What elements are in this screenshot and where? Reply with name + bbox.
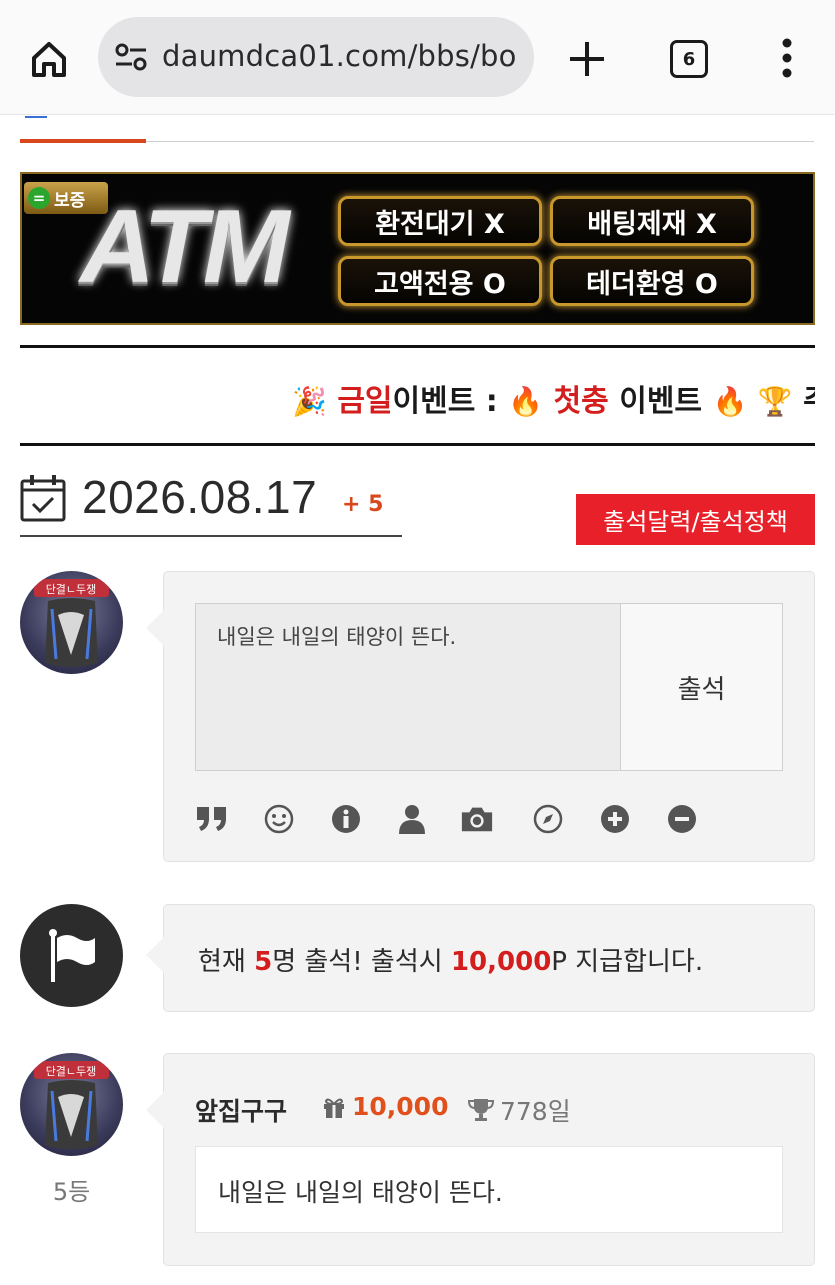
flag-icon — [48, 928, 95, 982]
atm-ad-banner[interactable]: = 보증 ATM 환전대기 X 배팅제재 X 고액전용 O 테더환영 O — [20, 172, 815, 325]
entry-days: 778일 — [468, 1092, 571, 1128]
attendance-date: 2026.08.17 — [82, 471, 318, 523]
address-bar[interactable]: daumdca01.com/bbs/bo — [98, 17, 534, 97]
status-count: 5 — [254, 947, 273, 977]
minus-circle-icon[interactable] — [665, 802, 699, 836]
svg-text:단결ㄴ두쟁: 단결ㄴ두쟁 — [46, 583, 97, 596]
entry-username[interactable]: 앞집구구 — [195, 1092, 287, 1128]
card-arrow — [146, 937, 164, 973]
banner-pill: 배팅제재 X — [550, 196, 754, 246]
marquee-text: 🎉 금일이벤트 : 🔥 첫충 이벤트 🔥 🏆 주 — [292, 376, 815, 420]
divider-bottom — [20, 443, 815, 446]
trophy-icon: 🏆 — [757, 385, 793, 418]
entry-points: 10,000 — [322, 1092, 448, 1121]
entry-message: 내일은 내일의 태양이 뜬다. — [195, 1146, 783, 1233]
entry-days-value: 778일 — [500, 1097, 571, 1126]
marquee-first-deposit: 첫충 — [553, 384, 609, 419]
tab-stub — [25, 116, 47, 118]
user-icon[interactable] — [395, 802, 429, 836]
card-arrow — [146, 1092, 164, 1128]
browser-toolbar: daumdca01.com/bbs/bo 6 — [0, 0, 835, 115]
fire-icon: 🔥 — [712, 385, 748, 418]
trophy-icon — [468, 1099, 494, 1121]
status-points: 10,000 — [450, 947, 552, 977]
status-middle: 명 출석! 출석시 — [272, 947, 451, 977]
banner-pill: 환전대기 X — [338, 196, 542, 246]
status-suffix: P 지급합니다. — [551, 947, 704, 977]
info-icon[interactable] — [329, 802, 363, 836]
entry-points-value: 10,000 — [352, 1092, 449, 1121]
rank-label: 5등 — [52, 1178, 91, 1206]
new-tab-icon[interactable] — [566, 38, 608, 80]
marquee-tail: 주 — [803, 384, 815, 419]
url-text[interactable]: daumdca01.com/bbs/bo — [162, 39, 517, 73]
avatar[interactable]: 단결ㄴ두쟁 — [20, 571, 123, 674]
attendance-form-card: 내일은 내일의 태양이 뜬다. 출석 — [146, 571, 815, 862]
attendance-status-card: 현재 5명 출석! 출석시 10,000P 지급합니다. — [146, 904, 815, 1012]
calendar-check-icon — [20, 474, 66, 522]
plus-circle-icon[interactable] — [598, 802, 632, 836]
attendance-policy-button[interactable]: 출석달력/출석정책 — [576, 494, 815, 545]
home-icon[interactable] — [26, 36, 72, 82]
badge-icon: = — [28, 187, 50, 209]
smile-icon[interactable] — [262, 802, 296, 836]
more-menu-icon[interactable] — [776, 38, 798, 78]
attendance-comment-input[interactable]: 내일은 내일의 태양이 뜬다. — [195, 603, 621, 771]
gift-icon — [324, 1098, 344, 1118]
banner-pill: 고액전용 O — [338, 256, 542, 306]
site-settings-icon[interactable] — [114, 43, 148, 71]
avatar[interactable]: 단결ㄴ두쟁 — [20, 1053, 123, 1156]
event-marquee: 🎉 금일이벤트 : 🔥 첫충 이벤트 🔥 🏆 주 — [20, 350, 815, 442]
marquee-event-label: 이벤트 : — [392, 384, 498, 419]
party-icon: 🎉 — [292, 385, 327, 418]
flag-avatar — [20, 904, 123, 1007]
attendance-plus-count: + 5 — [342, 492, 384, 517]
card-arrow — [146, 610, 164, 646]
marquee-today: 금일 — [337, 384, 393, 419]
banner-logo: ATM — [80, 189, 290, 305]
attendance-entry-card: 앞집구구 10,000 778일 내일은 내일의 태양이 뜬다. — [146, 1053, 815, 1266]
tab-switcher-button[interactable]: 6 — [670, 40, 708, 78]
marquee-event-word: 이벤트 — [619, 384, 703, 419]
banner-pill: 테더환영 O — [550, 256, 754, 306]
date-underline — [20, 535, 402, 537]
compass-icon[interactable] — [531, 802, 565, 836]
fire-icon: 🔥 — [508, 385, 544, 418]
quote-icon[interactable] — [195, 802, 229, 836]
attendance-submit-button[interactable]: 출석 — [620, 603, 783, 771]
avatar-caption: 단결ㄴ두쟁 — [46, 1065, 97, 1078]
divider-top — [20, 345, 815, 348]
attendance-status-text: 현재 5명 출석! 출석시 10,000P 지급합니다. — [198, 941, 703, 978]
status-prefix: 현재 — [198, 947, 255, 977]
tab-active-indicator — [20, 139, 146, 143]
camera-icon[interactable] — [460, 802, 494, 836]
